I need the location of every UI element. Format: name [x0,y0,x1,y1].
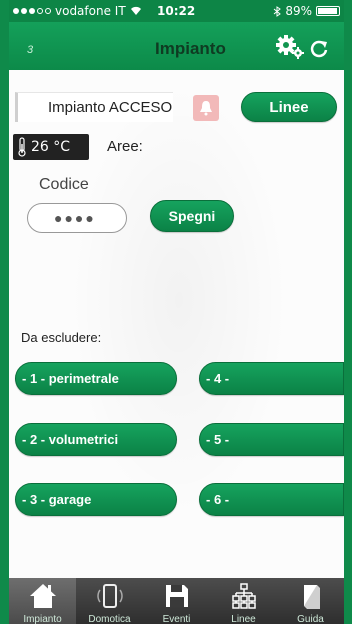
spegni-button[interactable]: Spegni [150,200,234,232]
clock: 10:22 [157,4,196,18]
network-tree-icon [231,583,256,609]
tab-eventi[interactable]: Eventi [143,578,210,624]
tab-impianto[interactable]: Impianto [9,578,76,624]
tab-label: Guida [297,614,324,624]
exclude-label: Da escludere: [21,330,102,345]
temperature-value: 26 °C [31,139,71,155]
status-right: 89% [273,4,340,18]
zone-label: - 4 - [206,371,230,386]
header-number: 3 [27,44,34,56]
zone-button-1[interactable]: - 1 - perimetrale [15,362,177,395]
zone-button-6[interactable]: - 6 - [199,483,344,516]
status-row: Impianto ACCESO Linee [9,92,344,124]
linee-button[interactable]: Linee [241,92,337,122]
main-content: Impianto ACCESO Linee 26 °C Aree: Codice [9,70,344,578]
page-title: Impianto [155,39,226,58]
zone-button-4[interactable]: - 4 - [199,362,344,395]
code-input-value: ●●●● [54,210,96,226]
settings-gear-icon[interactable] [275,34,305,60]
book-icon [303,585,320,609]
zone-button-5[interactable]: - 5 - [199,423,344,456]
code-input[interactable]: ●●●● [27,203,127,233]
tab-domotica[interactable]: Domotica [76,578,143,624]
battery-percent: 89% [285,4,312,18]
zone-button-2[interactable]: - 2 - volumetrici [15,423,177,456]
tab-label: Linee [231,614,256,624]
zone-label: - 6 - [206,492,230,507]
temperature-badge: 26 °C [13,134,89,160]
bluetooth-icon [274,5,282,17]
alarm-bell-icon[interactable] [193,95,219,121]
zone-label: - 2 - volumetrici [22,432,119,447]
system-status: Impianto ACCESO [15,92,173,122]
carrier-info: vodafone IT [13,4,142,18]
zone-button-3[interactable]: - 3 - garage [15,483,177,516]
tab-guida[interactable]: Guida [277,578,344,624]
navigation-bar: 3 Impianto [9,22,344,70]
codice-label: Codice [39,176,89,193]
signal-icon [13,8,51,14]
linee-button-label: Linee [269,98,309,116]
status-bar: vodafone IT 10:22 89% [9,0,344,22]
spegni-button-label: Spegni [168,208,216,224]
tab-label: Domotica [88,614,131,624]
refresh-icon[interactable] [309,39,329,59]
battery-icon [316,6,340,16]
tab-label: Eventi [162,614,191,624]
zone-label: - 3 - garage [22,492,92,507]
aree-label: Aree: [107,138,143,155]
zone-label: - 1 - perimetrale [22,371,119,386]
smartphone-icon [96,584,123,608]
system-status-text: Impianto ACCESO [48,99,173,116]
tab-label: Impianto [23,614,62,624]
tab-bar: Impianto Domotica Eventi Linee Guida [9,578,344,624]
save-disk-icon [165,585,188,607]
carrier-name: vodafone IT [55,4,126,18]
wifi-icon [130,6,141,16]
zone-label: - 5 - [206,432,230,447]
home-icon [29,584,56,608]
tab-linee[interactable]: Linee [210,578,277,624]
thermometer-icon [18,137,26,157]
app-screen: vodafone IT 10:22 89% 3 Impianto Impiant… [0,0,352,624]
